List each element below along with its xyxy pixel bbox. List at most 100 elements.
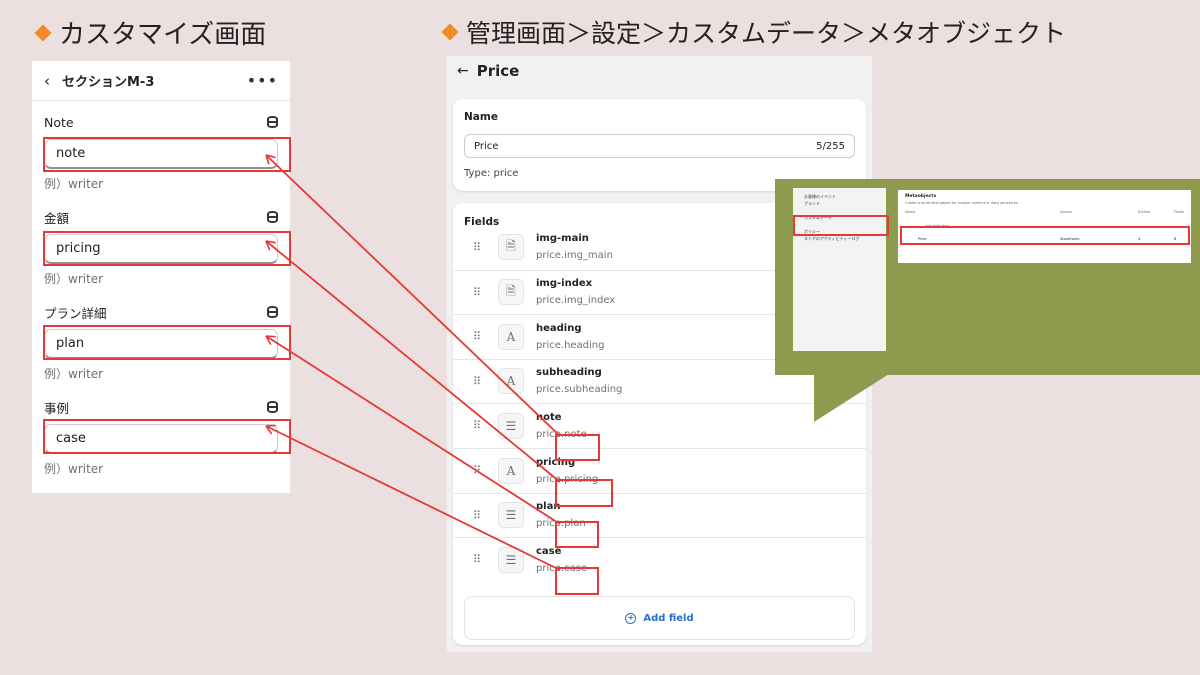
inset-table-header: Name Access Entries Fields <box>905 210 1184 214</box>
inset-row-entries: 4 <box>1138 237 1141 241</box>
inset-nav-item[interactable]: カスタムデータ <box>793 214 886 221</box>
callout-tail <box>814 374 889 422</box>
inset-nav-item[interactable]: ポリシー <box>793 228 886 235</box>
field-hint: 例）writer <box>44 272 104 286</box>
plus-circle-icon: + <box>625 612 637 624</box>
heading-customize: カスタマイズ画面 <box>34 14 266 51</box>
inset-settings-nav: お客様のイベント ブランドカスタムデータ ポリシー ストアのアクティビティーログ <box>793 188 886 351</box>
field-label: 事例 <box>44 400 70 416</box>
inset-col-fields: Fields <box>1174 210 1184 214</box>
inset-metaobjects-list: Metaobjects Create a multi-field object … <box>898 190 1191 263</box>
name-input[interactable]: Price 5/255 <box>464 134 855 158</box>
field-key: price.img_main <box>536 250 613 261</box>
field-label: プラン詳細 <box>44 305 107 321</box>
drag-handle-icon[interactable]: ⠿ <box>473 419 483 432</box>
heading-admin-path: 管理画面＞設定＞カスタムデータ＞メタオブジェクト <box>441 14 1067 50</box>
field-key: price.heading <box>536 339 605 351</box>
inset-row-name: Price <box>918 237 927 241</box>
field-key: price.img_index <box>536 295 616 307</box>
name-label: Name <box>464 111 498 123</box>
field-key: price.plan <box>536 518 586 530</box>
inset-title: Metaobjects <box>905 194 937 199</box>
database-icon[interactable] <box>267 211 278 223</box>
chevron-left-icon[interactable]: ‹ <box>44 72 50 90</box>
database-icon[interactable] <box>267 401 278 413</box>
paragraph-icon: ☰ <box>498 502 524 529</box>
inset-nav-item[interactable]: ブランド <box>793 200 886 207</box>
field-input[interactable]: plan <box>44 329 278 359</box>
inset-nav-item[interactable] <box>793 207 886 214</box>
name-input-value: Price <box>474 140 499 152</box>
drag-handle-icon[interactable]: ⠿ <box>473 286 483 299</box>
text-icon: A <box>498 457 524 484</box>
file-icon: 🗎 <box>498 279 524 306</box>
field-text: note price.note <box>536 412 587 440</box>
field-name: img-index <box>536 278 593 290</box>
customize-topbar: ‹ セクションM-3 ••• <box>32 61 290 101</box>
field-key: price.case <box>536 562 588 574</box>
field-input[interactable]: note <box>44 139 278 169</box>
inset-nav-item[interactable] <box>793 221 886 228</box>
database-icon[interactable] <box>267 306 278 318</box>
field-group: プラン詳細 plan 例）writer <box>44 304 278 382</box>
inset-col-access: Access <box>1060 210 1072 214</box>
heading-admin-path-text: 管理画面＞設定＞カスタムデータ＞メタオブジェクト <box>466 19 1067 48</box>
database-icon[interactable] <box>267 116 278 128</box>
diamond-bullet-icon <box>441 23 459 41</box>
field-text: plan price.plan <box>536 501 586 529</box>
field-hint: 例）writer <box>44 367 104 381</box>
field-input-value: pricing <box>56 241 101 256</box>
field-name: plan <box>536 501 561 513</box>
arrow-left-icon[interactable]: ← <box>457 63 469 79</box>
field-input[interactable]: pricing <box>44 234 278 264</box>
inset-row-price[interactable]: Price Storefronts 4 8 <box>905 237 1184 241</box>
field-name: pricing <box>536 456 576 468</box>
drag-handle-icon[interactable]: ⠿ <box>473 375 483 388</box>
field-row[interactable]: ⠿ ☰ case price.case <box>453 537 866 581</box>
drag-handle-icon[interactable]: ⠿ <box>473 241 483 254</box>
field-text: img-main price.img_main <box>536 233 613 261</box>
add-field-button[interactable]: + Add field <box>464 596 855 640</box>
name-char-count: 5/255 <box>816 140 845 152</box>
drag-handle-icon[interactable]: ⠿ <box>473 330 483 343</box>
drag-handle-icon[interactable]: ⠿ <box>473 553 483 566</box>
field-name: heading <box>536 322 582 334</box>
field-label-row: プラン詳細 <box>44 304 278 321</box>
ellipsis-icon[interactable]: ••• <box>247 71 278 90</box>
add-field-label: Add field <box>643 612 694 624</box>
field-name: note <box>536 411 562 423</box>
field-row[interactable]: ⠿ ☰ note price.note <box>453 403 866 447</box>
inset-subtitle: Create a multi-field object for custom c… <box>905 201 1019 205</box>
field-hint: 例）writer <box>44 462 104 476</box>
field-text: img-index price.img_index <box>536 278 615 306</box>
field-row[interactable]: ⠿ ☰ plan price.plan <box>453 492 866 537</box>
field-row[interactable]: ⠿ Apricing price.pricing <box>453 448 866 492</box>
field-name: case <box>536 545 562 557</box>
drag-handle-icon[interactable]: ⠿ <box>473 464 483 477</box>
field-text: subheading price.subheading <box>536 367 622 395</box>
section-title: セクションM-3 <box>62 75 155 90</box>
inset-nav-item[interactable]: お客様のイベント <box>793 193 886 200</box>
drag-handle-icon[interactable]: ⠿ <box>473 509 483 522</box>
field-group: 金額 pricing 例）writer <box>44 209 278 287</box>
field-key: price.note <box>536 428 587 440</box>
field-name: subheading <box>536 367 602 379</box>
field-group: 事例 case 例）writer <box>44 399 278 477</box>
inset-add-definition[interactable]: Add definition <box>905 224 1184 228</box>
customize-panel: ‹ セクションM-3 ••• Note note 例）writer 金額 pricing… <box>32 61 290 493</box>
inset-col-name: Name <box>905 210 916 214</box>
paragraph-icon: ☰ <box>498 412 524 439</box>
field-label-row: 金額 <box>44 209 278 226</box>
type-line: Type: price <box>464 168 855 179</box>
field-input[interactable]: case <box>44 424 278 454</box>
field-group: Note note 例）writer <box>44 114 278 192</box>
field-label-row: 事例 <box>44 399 278 416</box>
field-text: case price.case <box>536 546 587 574</box>
field-hint: 例）writer <box>44 177 104 191</box>
text-icon: A <box>498 368 524 395</box>
text-icon: A <box>498 323 524 350</box>
inset-nav-item[interactable]: ストアのアクティビティーログ <box>793 235 886 242</box>
inset-row-access: Storefronts <box>1060 237 1080 241</box>
field-label: 金額 <box>44 210 70 226</box>
field-key: price.pricing <box>536 473 599 485</box>
